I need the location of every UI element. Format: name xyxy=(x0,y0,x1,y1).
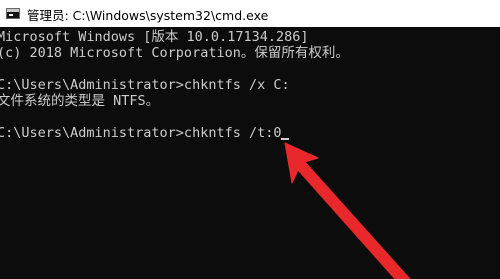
cmd-window: 管理员: C:\Windows\system32\cmd.exe Microso… xyxy=(0,0,500,279)
console-line-command-2: C:\Users\Administrator>chkntfs /t:0 xyxy=(0,125,282,141)
console-line-version: Microsoft Windows [版本 10.0.17134.286] xyxy=(0,29,309,45)
console-line-output-1: 文件系统的类型是 NTFS。 xyxy=(0,93,160,109)
title-bar[interactable]: 管理员: C:\Windows\system32\cmd.exe xyxy=(0,0,500,27)
console-command-line[interactable]: C:\Users\Administrator>chkntfs /t:0 xyxy=(0,125,290,141)
cmd-console-icon xyxy=(6,8,20,19)
text-cursor xyxy=(281,138,290,140)
console-output[interactable]: Microsoft Windows [版本 10.0.17134.286] (c… xyxy=(0,27,500,279)
console-line-copyright: (c) 2018 Microsoft Corporation。保留所有权利。 xyxy=(0,45,349,61)
console-line-command-1: C:\Users\Administrator>chkntfs /x C: xyxy=(0,77,290,93)
window-title: 管理员: C:\Windows\system32\cmd.exe xyxy=(27,8,269,23)
